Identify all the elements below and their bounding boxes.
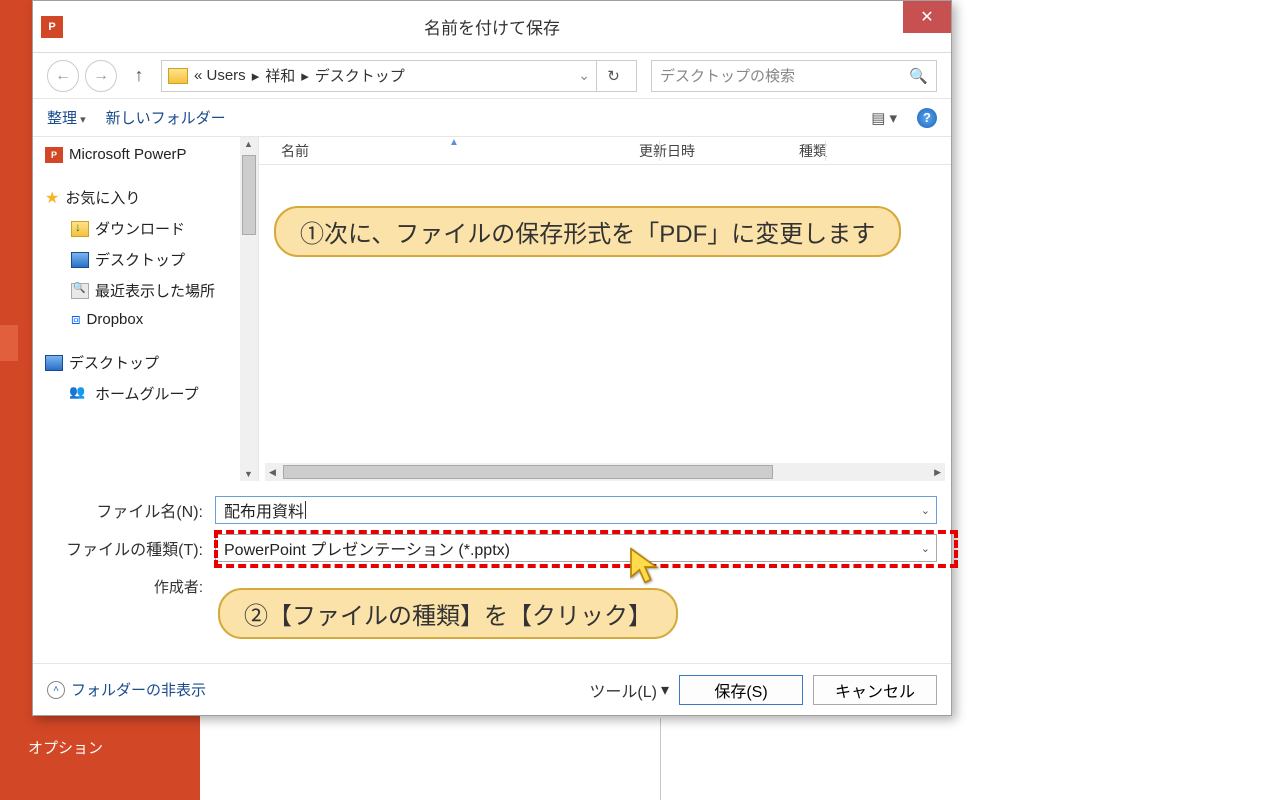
help-button[interactable]: ? [917,108,937,128]
cancel-button[interactable]: キャンセル [813,675,937,705]
dialog-fields: ファイル名(N): 配布用資料 ⌄ ファイルの種類(T): PowerPoint… [33,481,951,605]
tree-item-recent[interactable]: 最近表示した場所 [43,275,258,306]
homegroup-icon [71,386,89,402]
filetype-row: ファイルの種類(T): PowerPoint プレゼンテーション (*.pptx… [47,529,937,567]
navigation-tree: P Microsoft PowerP ★ お気に入り ダウンロード デスクトップ… [33,137,259,481]
close-button[interactable]: ✕ [903,1,951,33]
refresh-button[interactable]: ↻ [596,60,630,92]
file-list: ▲ 名前 更新日時 種類 [259,137,951,481]
author-label: 作成者: [47,576,207,597]
collapse-icon: ˄ [47,681,65,699]
tree-label: 最近表示した場所 [95,280,215,301]
tree-label: ダウンロード [95,218,185,239]
callout-step1: ①次に、ファイルの保存形式を「PDF」に変更します [274,206,901,257]
address-dropdown-icon[interactable]: ⌄ [578,67,590,84]
new-folder-button[interactable]: 新しいフォルダー [106,107,226,128]
tree-label: デスクトップ [69,352,159,373]
scrollbar-thumb[interactable] [242,155,256,235]
up-button[interactable]: ↑ [129,65,149,86]
view-mode-button[interactable]: ▤ ▾ [871,109,897,127]
dialog-titlebar: P 名前を付けて保存 ✕ [33,1,951,53]
tree-item-downloads[interactable]: ダウンロード [43,213,258,244]
hide-folders-toggle[interactable]: ˄ フォルダーの非表示 [47,679,206,700]
hide-folders-label: フォルダーの非表示 [71,679,206,700]
powerpoint-icon: P [41,16,63,38]
save-button[interactable]: 保存(S) [679,675,803,705]
view-icon: ▤ [871,109,885,127]
backstage-options-item[interactable]: オプション [28,737,103,758]
dialog-title: 名前を付けて保存 [424,14,560,39]
back-button[interactable]: ← [47,60,79,92]
filename-label: ファイル名(N): [47,498,207,522]
divider [660,718,661,800]
chevron-down-icon: ▾ [889,109,897,127]
filename-value: 配布用資料 [224,498,304,522]
tree-item-favorites[interactable]: ★ お気に入り [43,182,258,213]
tree-item-desktop2[interactable]: デスクトップ [43,347,258,378]
filetype-label: ファイルの種類(T): [47,536,207,560]
tools-label: ツール(L) [589,678,657,702]
tree-label: Dropbox [87,311,144,328]
address-path-prefix: « Users [194,67,246,84]
downloads-icon [71,221,89,237]
filetype-value: PowerPoint プレゼンテーション (*.pptx) [224,536,510,560]
desktop-icon [71,252,89,268]
chevron-right-icon: ▸ [301,67,309,85]
scrollbar-thumb[interactable] [283,465,773,479]
column-type[interactable]: 種類 [799,141,899,161]
dialog-body: P Microsoft PowerP ★ お気に入り ダウンロード デスクトップ… [33,137,951,481]
filename-row: ファイル名(N): 配布用資料 ⌄ [47,491,937,529]
chevron-right-icon: ▸ [252,67,260,85]
list-hscrollbar[interactable] [265,463,945,481]
callout-step2: ②【ファイルの種類】を【クリック】 [218,588,678,639]
chevron-down-icon[interactable]: ⌄ [921,504,930,517]
column-divider[interactable] [825,141,826,161]
dropbox-icon: ⧈ [71,311,81,328]
search-box[interactable]: デスクトップの検索 🔍 [651,60,937,92]
dialog-footer: ˄ フォルダーの非表示 ツール(L) ▾ 保存(S) キャンセル [33,663,951,715]
backstage-selected-indicator [0,325,18,361]
tree-label: ホームグループ [95,383,199,404]
search-placeholder: デスクトップの検索 [660,65,795,86]
address-bar[interactable]: « Users ▸ 祥和 ▸ デスクトップ ⌄ ↻ [161,60,637,92]
dialog-toolbar: 整理 新しいフォルダー ▤ ▾ ? [33,99,951,137]
tree-label: デスクトップ [95,249,185,270]
tree-item-homegroup[interactable]: ホームグループ [43,378,258,409]
dialog-nav-bar: ← → ↑ « Users ▸ 祥和 ▸ デスクトップ ⌄ ↻ デスクトップの検… [33,53,951,99]
tools-menu[interactable]: ツール(L) ▾ [589,678,669,702]
address-path-mid: 祥和 [265,65,295,86]
desktop-icon [45,355,63,371]
filename-input[interactable]: 配布用資料 ⌄ [215,496,937,524]
star-icon: ★ [45,188,59,208]
organize-menu[interactable]: 整理 [47,107,86,128]
recent-icon [71,283,89,299]
list-header: ▲ 名前 更新日時 種類 [259,137,951,165]
forward-button[interactable]: → [85,60,117,92]
address-path-last: デスクトップ [315,65,405,86]
tree-label: お気に入り [65,187,140,208]
search-icon: 🔍 [909,67,928,85]
tree-item-desktop[interactable]: デスクトップ [43,244,258,275]
text-caret [305,501,306,519]
tree-item-msppt[interactable]: P Microsoft PowerP [43,141,258,168]
tree-label: Microsoft PowerP [69,146,187,163]
tree-scrollbar[interactable] [240,137,258,481]
powerpoint-icon: P [45,147,63,163]
sort-indicator-icon: ▲ [449,137,459,148]
column-divider[interactable] [659,141,660,161]
chevron-down-icon: ▾ [661,680,669,700]
folder-icon [168,68,188,84]
tree-item-dropbox[interactable]: ⧈ Dropbox [43,306,258,333]
column-date[interactable]: 更新日時 [639,141,799,161]
filetype-dropdown[interactable]: PowerPoint プレゼンテーション (*.pptx) ⌄ [215,534,937,562]
chevron-down-icon: ⌄ [921,542,930,555]
